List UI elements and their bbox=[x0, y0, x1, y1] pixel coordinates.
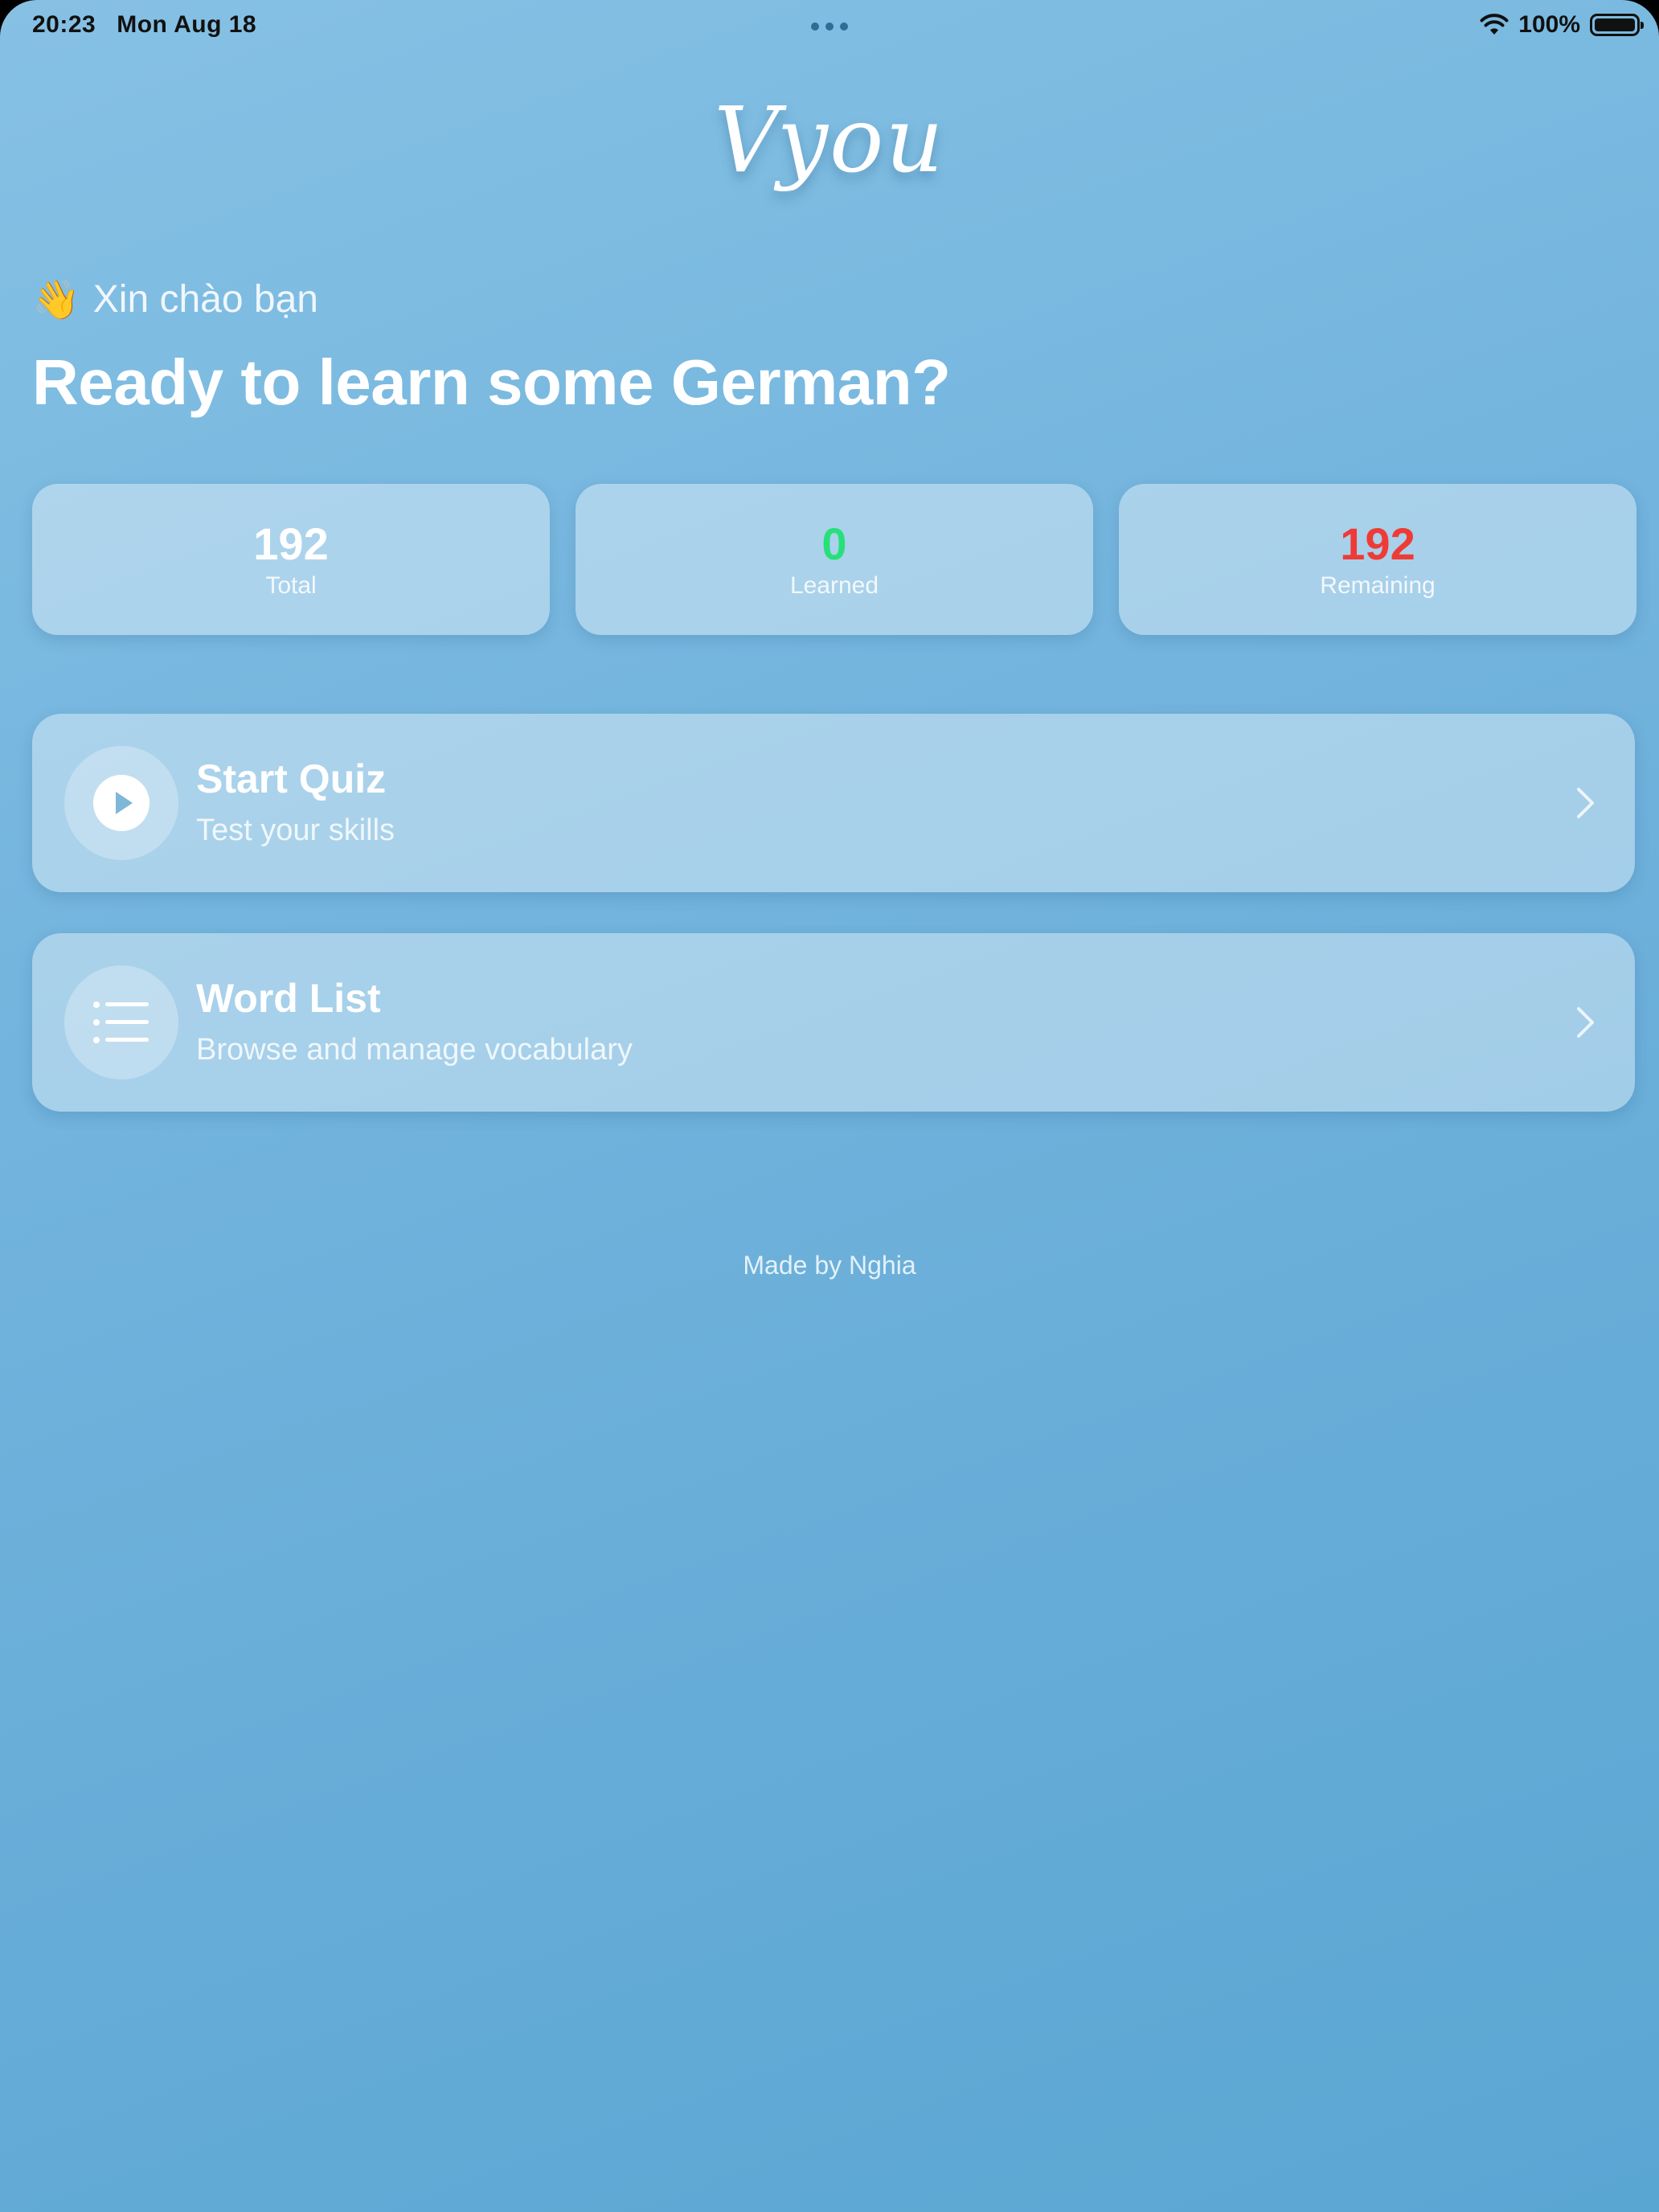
word-list-subtitle: Browse and manage vocabulary bbox=[196, 1033, 633, 1067]
start-quiz-subtitle: Test your skills bbox=[196, 813, 395, 847]
waving-hand-icon: 👋 bbox=[32, 279, 80, 322]
word-list-button[interactable]: Word List Browse and manage vocabulary bbox=[32, 933, 1635, 1112]
footer-credit: Made by Nghia bbox=[743, 1251, 916, 1280]
stat-label-total: Total bbox=[265, 571, 317, 599]
multitasking-dots-icon[interactable] bbox=[811, 23, 848, 31]
stat-label-remaining: Remaining bbox=[1320, 571, 1436, 599]
status-indicators: 100% bbox=[1480, 11, 1644, 39]
page-title: Ready to learn some German? bbox=[32, 346, 951, 418]
status-bar: 20:23 Mon Aug 18 100% bbox=[0, 0, 1659, 53]
status-time-date: 20:23 Mon Aug 18 bbox=[32, 11, 277, 39]
stat-card-learned: 0 Learned bbox=[576, 484, 1093, 635]
stats-row: 192 Total 0 Learned 192 Remaining bbox=[32, 484, 1636, 635]
status-time: 20:23 bbox=[32, 11, 96, 38]
battery-icon bbox=[1590, 14, 1644, 36]
status-date: Mon Aug 18 bbox=[117, 11, 257, 38]
chevron-right-icon bbox=[1577, 788, 1594, 818]
word-list-title: Word List bbox=[196, 976, 381, 1021]
start-quiz-button[interactable]: Start Quiz Test your skills bbox=[32, 714, 1635, 892]
stat-card-remaining: 192 Remaining bbox=[1119, 484, 1636, 635]
stat-value-remaining: 192 bbox=[1340, 518, 1415, 570]
list-icon bbox=[93, 1002, 149, 1043]
app-screen: 20:23 Mon Aug 18 100% Vyou 👋 Xin chào bạn… bbox=[0, 0, 1659, 2212]
stat-card-total: 192 Total bbox=[32, 484, 550, 635]
app-logo: Vyou bbox=[714, 88, 945, 193]
play-icon bbox=[93, 775, 150, 831]
stat-value-total: 192 bbox=[253, 518, 329, 570]
start-quiz-title: Start Quiz bbox=[196, 756, 387, 801]
word-list-icon-container bbox=[64, 965, 178, 1079]
start-quiz-icon-container bbox=[64, 746, 178, 860]
stat-value-learned: 0 bbox=[821, 518, 847, 570]
battery-percent: 100% bbox=[1518, 11, 1580, 38]
chevron-right-icon bbox=[1577, 1007, 1594, 1038]
stat-label-learned: Learned bbox=[789, 571, 879, 599]
greeting-text: Xin chào bạn bbox=[92, 278, 318, 321]
greeting: 👋 Xin chào bạn bbox=[32, 276, 318, 322]
wifi-icon bbox=[1480, 14, 1509, 35]
